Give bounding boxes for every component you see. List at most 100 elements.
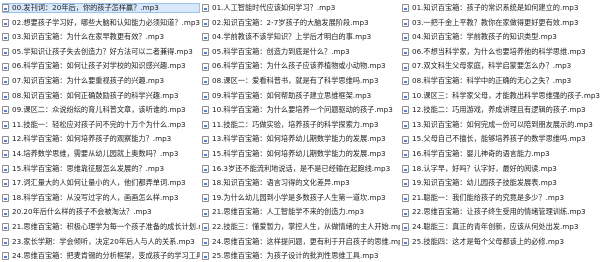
file-item[interactable]: 21.思维百宝箱：积极心理学为每一个孩子准备的成长计划.mp3	[2, 222, 200, 232]
file-item[interactable]: 00.发刊词：20年后，你的孩子怎样赢？.mp3	[2, 3, 200, 14]
file-item[interactable]: 19.为什么幼儿园到小学是多数孩子人生第一道坎.mp3	[202, 193, 400, 203]
audio-file-icon	[202, 33, 209, 42]
file-item[interactable]: 21.聪能一：我们能给孩子的究竟是多少？.mp3	[402, 193, 600, 203]
file-name: 11.技能一：轻松应对孩子问不完的十万个为什么.mp3	[12, 119, 186, 129]
file-name: 25.思维百宝箱：为孩子设计的批判性思维工具.mp3	[212, 251, 379, 261]
audio-file-icon	[2, 179, 9, 188]
file-item[interactable]: 20.20年后什么样的孩子不会被淘汰？.mp3	[2, 207, 200, 217]
file-item[interactable]: 15.科学百宝箱：如何培养幼儿期数学能力的发展.mp3	[202, 149, 400, 159]
file-item[interactable]: 05.学知识让孩子失去创造力？好方法可以二者兼得.mp3	[2, 47, 200, 57]
file-item[interactable]: 24.思维百宝箱：这样提问题，更有利于开启孩子的思维.mp3	[202, 237, 400, 247]
file-item[interactable]: 08.课区一：爱看科普书，就是有了科学思维吗.mp3	[202, 76, 400, 86]
audio-file-icon	[202, 193, 209, 202]
file-name: 03.一把千金上平教？教你在家做得更好更有效.mp3	[412, 17, 579, 27]
file-name: 21.思维百宝箱：积极心理学为每一个孩子准备的成长计划.mp3	[12, 222, 200, 231]
file-item[interactable]: 15.父母自己不擅长，能够培养孩子的数学思维吗.mp3	[402, 134, 600, 144]
audio-file-icon	[2, 150, 9, 159]
file-item[interactable]: 24.聪能三：真正的青年创新，应该从何处出发.mp3	[402, 222, 600, 232]
file-item[interactable]: 09.科学百宝箱：如何帮助孩子建立思维框架.mp3	[202, 91, 400, 101]
file-item[interactable]: 13.科学百宝箱：如何培养幼儿期数学能力的发展.mp3	[202, 134, 400, 144]
file-name: 04.学前教该不该学知识？上学后才明白的事.mp3	[212, 32, 372, 42]
audio-file-icon	[202, 47, 209, 56]
audio-file-icon	[2, 120, 9, 129]
file-name: 20.20年后什么样的孩子不会被淘汰？.mp3	[12, 207, 152, 217]
file-item[interactable]: 04.学前教该不该学知识？上学后才明白的事.mp3	[202, 32, 400, 42]
file-item[interactable]: 16.科学百宝箱：婴儿神奇的语言能力.mp3	[402, 149, 600, 159]
audio-file-icon	[2, 252, 9, 261]
file-item[interactable]: 02.想要孩子学习好，哪些大脑和认知能力必须知道？.mp3	[2, 18, 200, 28]
file-item[interactable]: 11.技能二：巧做实验，培养孩子的科学探索力.mp3	[202, 120, 400, 130]
file-item[interactable]: 06.科学百宝箱：如何让孩子对学校的知识感兴趣.mp3	[2, 61, 200, 71]
file-item[interactable]: 11.技能一：轻松应对孩子问不完的十万个为什么.mp3	[2, 120, 200, 130]
file-item[interactable]: 10.科学百宝箱：为什么要培养一个问题驱动的孩子.mp3	[202, 105, 400, 115]
audio-file-icon	[402, 18, 409, 27]
audio-file-icon	[402, 223, 409, 232]
audio-file-icon	[2, 18, 9, 27]
file-name: 05.科学百宝箱：创造力到底是什么？.mp3	[212, 46, 350, 56]
audio-file-icon	[202, 135, 209, 144]
file-name: 06.科学百宝箱：如何让孩子对学校的知识感兴趣.mp3	[12, 61, 186, 71]
file-name: 14.培养数学思维，需要从幼儿园就上奥数吗？.mp3	[12, 149, 179, 158]
audio-file-icon	[2, 106, 9, 115]
file-name: 09.课区二：众说纷纭的育儿科普文章，该听谁的.mp3	[12, 105, 186, 115]
file-item[interactable]: 05.科学百宝箱：创造力到底是什么？.mp3	[202, 47, 400, 57]
audio-file-icon	[402, 135, 409, 144]
file-item[interactable]: 02.知识百宝箱：2-7岁孩子的大脑发展阶段.mp3	[202, 18, 400, 28]
file-item[interactable]: 15.科学百宝箱：思维靠征服怎么发展的？.mp3	[2, 164, 200, 174]
file-item[interactable]: 18.知识百宝箱：语言习得的文化差异.mp3	[202, 178, 400, 188]
file-name: 01.知识百宝箱：孩子的常识系统是如何建立的.mp3	[412, 3, 579, 12]
file-item[interactable]: 14.培养数学思维，需要从幼儿园就上奥数吗？.mp3	[2, 149, 200, 159]
file-item[interactable]: 19.知识百宝箱：幼儿园孩子技能发展表.mp3	[402, 178, 600, 188]
file-item[interactable]: 09.课区二：众说纷纭的育儿科普文章，该听谁的.mp3	[2, 105, 200, 115]
file-item[interactable]: 18.认字早，好吗？认字好，最好的阅读.mp3	[402, 164, 600, 174]
file-item[interactable]: 25.思维百宝箱：为孩子设计的批判性思维工具.mp3	[202, 251, 400, 261]
file-item[interactable]: 03.一把千金上平教？教你在家做得更好更有效.mp3	[402, 18, 600, 28]
file-item[interactable]: 06.不想当科学家，为什么也要培养他的科学思维.mp3	[402, 47, 600, 57]
audio-file-icon	[202, 106, 209, 115]
file-name: 15.父母自己不擅长，能够培养孩子的数学思维吗.mp3	[412, 134, 586, 144]
file-item[interactable]: 24.思维百宝箱：把麦肯锡的分析框架，变成孩子的学习工具.mp3	[2, 251, 200, 261]
file-item[interactable]: 22.技能三：懂爱暂力，掌控人生，从做情绪的主人开始.mp3	[202, 222, 400, 232]
file-item[interactable]: 01.知识百宝箱：孩子的常识系统是如何建立的.mp3	[402, 3, 600, 13]
file-item[interactable]: 18.科学百宝箱：从没写过字的人，画画怎么样.mp3	[2, 193, 200, 203]
file-item[interactable]: 12.技能二：巧用游戏，养成讲理且有逻辑的孩子.mp3	[402, 105, 600, 115]
file-name: 08.知识百宝箱：如何正确鼓励孩子的科学兴趣.mp3	[12, 90, 179, 100]
file-name: 05.学知识让孩子失去创造力？好方法可以二者兼得.mp3	[12, 46, 193, 56]
file-item[interactable]: 12.科学百宝箱：如何培养孩子的观察能力？.mp3	[2, 134, 200, 144]
audio-file-icon	[202, 18, 209, 27]
file-name: 02.想要孩子学习好，哪些大脑和认知能力必须知道？.mp3	[12, 17, 200, 27]
file-item[interactable]: 25.技能四：这才是每个父母都该上的必修.mp3	[402, 237, 600, 247]
file-item[interactable]: 22.思维百宝箱：让孩子终生受用的情绪管理训练.mp3	[402, 207, 600, 217]
file-item[interactable]: 07.双文科生父母家庭，科学启蒙要怎么办？.mp3	[402, 61, 600, 71]
file-item[interactable]: 23.家长学期：学会倾听，决定20年后人与人的关系.mp3	[2, 237, 200, 247]
file-item[interactable]: 08.知识百宝箱：如何正确鼓励孩子的科学兴趣.mp3	[2, 91, 200, 101]
audio-file-icon	[202, 91, 209, 100]
file-item[interactable]: 08.科学百宝箱：科学中的正确的无心之失？.mp3	[402, 76, 600, 86]
audio-file-icon	[2, 62, 9, 71]
file-item[interactable]: 10.课区三：科学家父母，才能教出科学思维强的孩子.mp3	[402, 91, 600, 101]
file-item[interactable]: 06.科学百宝箱：为什么孩子应该养植物或小动物.mp3	[202, 61, 400, 71]
audio-file-icon	[402, 91, 409, 100]
file-item[interactable]: 07.知识百宝箱：为什么要重视孩子的兴趣.mp3	[2, 76, 200, 86]
file-item[interactable]: 21.思维百宝箱：人工智能学不来的创造力.mp3	[202, 207, 400, 217]
file-name: 22.技能三：懂爱暂力，掌控人生，从做情绪的主人开始.mp3	[212, 222, 400, 231]
file-item[interactable]: 04.知识百宝箱：学前教孩子的知识类型.mp3	[402, 32, 600, 42]
audio-file-icon	[2, 223, 9, 232]
audio-file-icon	[202, 223, 209, 232]
audio-file-icon	[2, 91, 9, 100]
file-item[interactable]: 03.知识百宝箱：为什么在家早教更有效？.mp3	[2, 32, 200, 42]
file-item[interactable]: 16.3岁还不能流利地说话，是不是已经输在起跑线.mp3	[202, 164, 400, 174]
audio-file-icon	[402, 33, 409, 42]
file-item[interactable]: 13.知识百宝箱：如何完成一份可以陪到朋友展示的.mp3	[402, 120, 600, 130]
file-name: 19.知识百宝箱：幼儿园孩子技能发展表.mp3	[412, 178, 557, 188]
audio-file-icon	[2, 4, 9, 13]
file-name: 06.不想当科学家，为什么也要培养他的科学思维.mp3	[412, 46, 586, 56]
file-name: 11.技能二：巧做实验，培养孩子的科学探索力.mp3	[212, 119, 379, 129]
file-name: 02.知识百宝箱：2-7岁孩子的大脑发展阶段.mp3	[212, 17, 369, 27]
file-name: 23.家长学期：学会倾听，决定20年后人与人的关系.mp3	[12, 236, 195, 246]
file-name: 22.思维百宝箱：让孩子终生受用的情绪管理训练.mp3	[412, 207, 586, 217]
file-name: 09.科学百宝箱：如何帮助孩子建立思维框架.mp3	[212, 90, 372, 100]
file-item[interactable]: 17.词汇量大的人如何让量小的人，他们都弄单词.mp3	[2, 178, 200, 188]
file-name: 25.技能四：这才是每个父母都该上的必修.mp3	[412, 236, 565, 246]
file-item[interactable]: 01.人工智能时代应该如何学习？.mp3	[202, 3, 400, 13]
